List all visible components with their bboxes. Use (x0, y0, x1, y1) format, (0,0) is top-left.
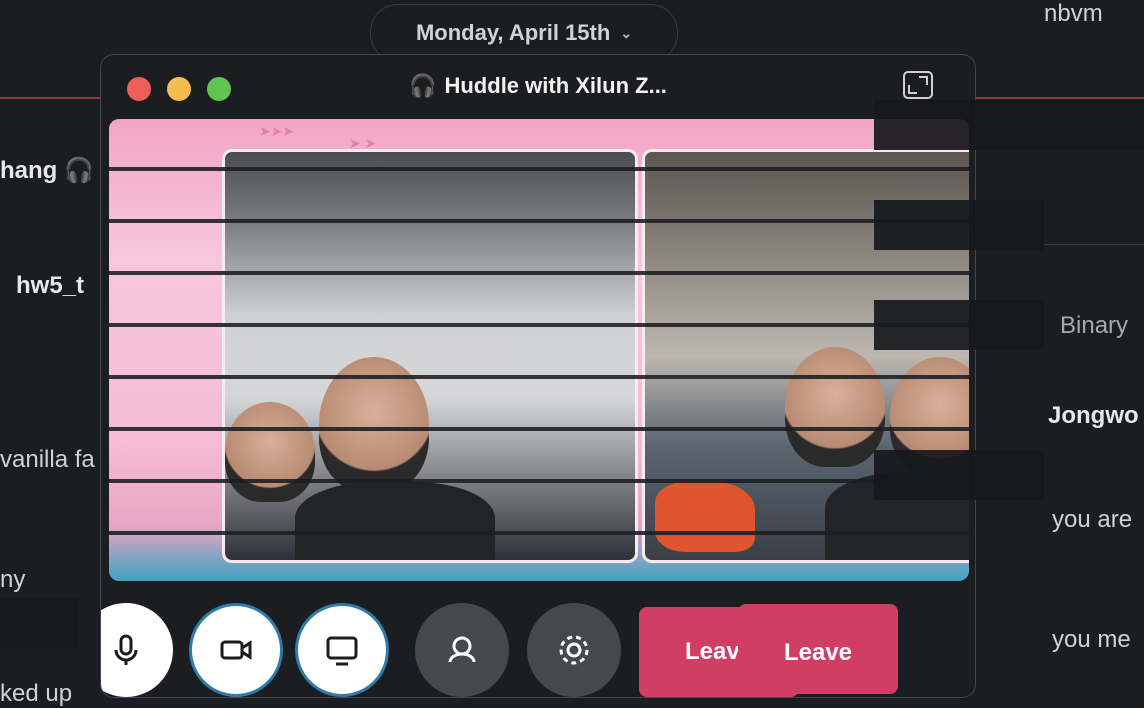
right-binary-text: Binary (1060, 312, 1129, 339)
headphones-icon: 🎧 (409, 73, 437, 98)
right-message-2: you me (1052, 626, 1131, 653)
screen-share-button[interactable] (295, 603, 389, 697)
render-glitch-band (0, 598, 78, 648)
expand-icon[interactable] (903, 71, 933, 99)
render-glitch-band (874, 200, 1044, 250)
leave-button-ghost[interactable]: Leave (738, 604, 898, 694)
screen-share-icon (326, 636, 358, 666)
mic-button[interactable] (101, 603, 173, 697)
render-glitch-band (874, 100, 1144, 150)
chevron-down-icon: ⌄ (620, 24, 633, 41)
huddle-titlebar[interactable]: 🎧 Huddle with Xilun Z... (101, 55, 975, 119)
date-label: Monday, April 15th (415, 20, 611, 45)
camera-button[interactable] (189, 603, 283, 697)
gear-icon (559, 635, 589, 665)
right-message-1: you are (1052, 506, 1133, 533)
huddle-video-stage: ➤➤➤ ➤ ➤ (109, 119, 969, 581)
huddle-title: 🎧 Huddle with Xilun Z... (101, 73, 975, 99)
left-user-name: hang (0, 157, 58, 184)
left-message-3: ked up (0, 680, 73, 707)
video-camera-icon (220, 640, 252, 660)
settings-button[interactable] (527, 603, 621, 697)
right-sender-name[interactable]: Jongwo (1048, 402, 1139, 430)
divider (1044, 244, 1144, 245)
left-message-2: ny (0, 566, 26, 593)
effects-button[interactable] (415, 603, 509, 697)
headphones-icon: 🎧 (64, 157, 94, 184)
left-message-1: vanilla fa (0, 446, 95, 473)
right-top-text: nbvm (1044, 0, 1103, 27)
render-glitch-band (874, 300, 1044, 350)
huddle-title-text: Huddle with Xilun Z... (444, 73, 667, 98)
render-glitch-band (874, 450, 1044, 500)
screen-artifact-lines (109, 119, 969, 581)
microphone-icon (114, 634, 138, 665)
huddle-window: 🎧 Huddle with Xilun Z... ➤➤➤ ➤ ➤ (100, 54, 976, 698)
background-effects-icon (448, 636, 476, 663)
left-file-fragment[interactable]: hw5_t (16, 272, 84, 300)
left-user-fragment: hang 🎧 (0, 156, 94, 185)
